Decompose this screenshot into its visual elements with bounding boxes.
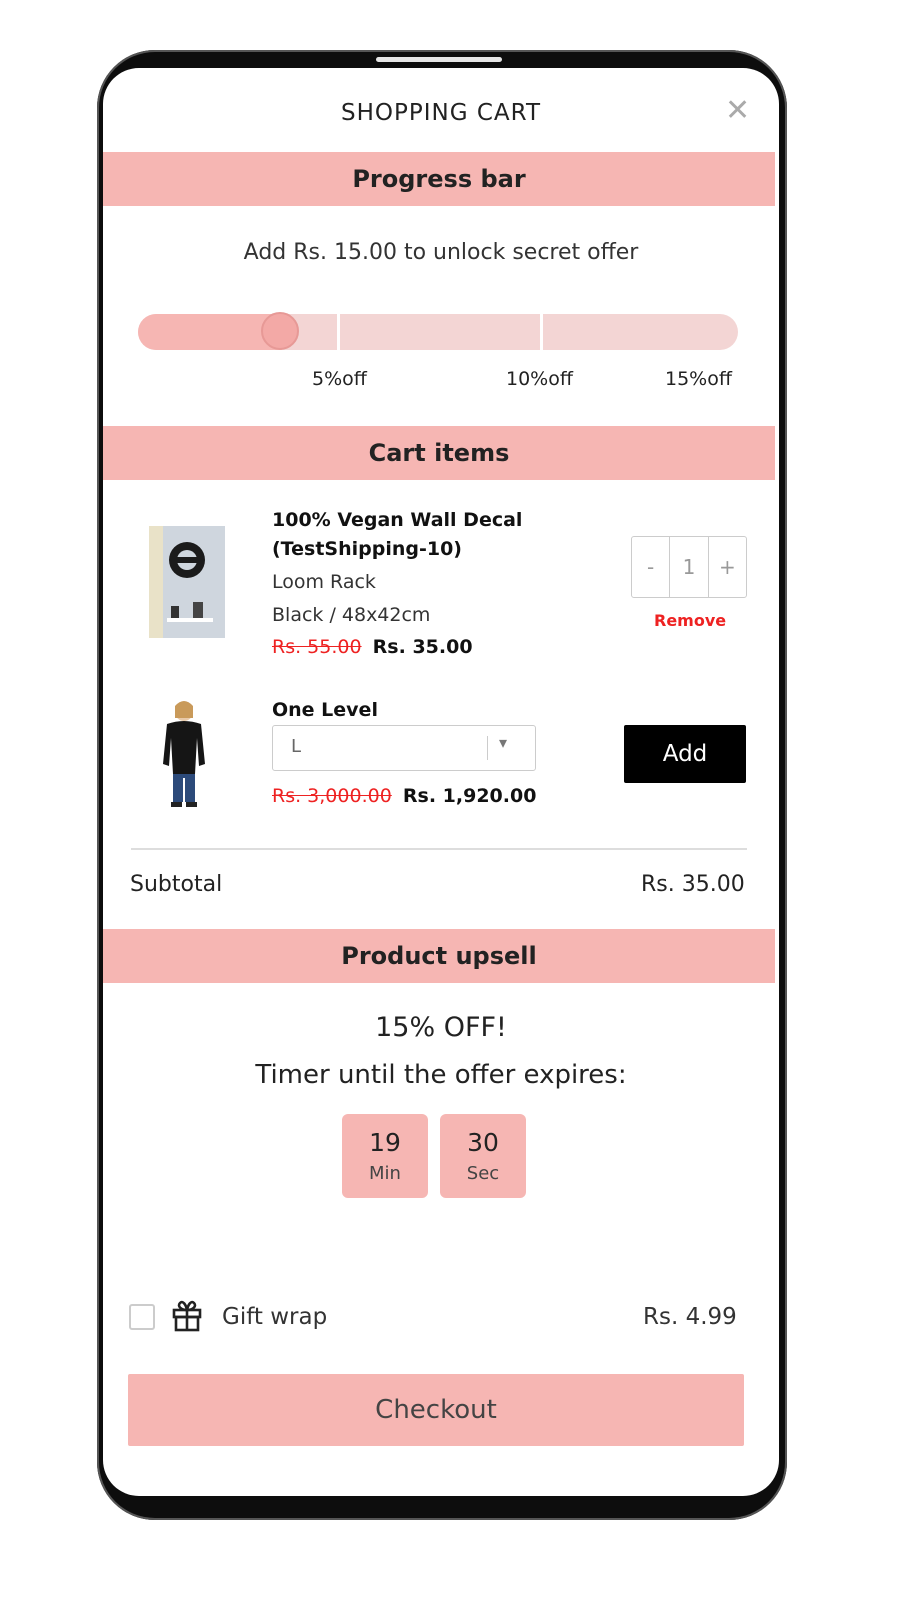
- remove-link[interactable]: Remove: [654, 611, 726, 630]
- item-name-line: 100% Vegan Wall Decal: [272, 509, 523, 531]
- section-header-upsell: Product upsell: [103, 929, 775, 983]
- timer-label: Timer until the offer expires:: [255, 1060, 627, 1090]
- recommendation-name[interactable]: One Level: [272, 696, 378, 725]
- section-header-progress: Progress bar: [103, 152, 775, 206]
- milestone-divider: [337, 314, 340, 350]
- milestone-15: 15%off: [665, 368, 732, 390]
- timer-minutes-unit: Min: [369, 1163, 401, 1184]
- timer-minutes: 19 Min: [342, 1114, 428, 1198]
- item-price-row: Rs. 55.00 Rs. 35.00: [272, 636, 473, 658]
- qty-plus-button[interactable]: +: [709, 537, 746, 597]
- recommendation-thumbnail[interactable]: [155, 698, 213, 810]
- timer-seconds-value: 30: [467, 1128, 499, 1157]
- item-name[interactable]: 100% Vegan Wall Decal (TestShipping-10): [272, 506, 522, 564]
- gift-icon: [171, 1298, 203, 1332]
- cart-title: SHOPPING CART: [340, 100, 541, 126]
- milestone-10: 10%off: [506, 368, 573, 390]
- item-variant: Black / 48x42cm: [272, 604, 431, 626]
- timer-minutes-value: 19: [369, 1128, 401, 1157]
- item-name-line: (TestShipping-10): [272, 538, 462, 560]
- qty-minus-button[interactable]: -: [632, 537, 669, 597]
- recommendation-price-row: Rs. 3,000.00 Rs. 1,920.00: [272, 785, 536, 807]
- chevron-down-icon: ▾: [499, 733, 508, 752]
- variant-select[interactable]: L ▾: [272, 725, 536, 771]
- offer-headline: 15% OFF!: [375, 1012, 507, 1043]
- item-price: Rs. 35.00: [372, 636, 473, 658]
- milestone-divider: [540, 314, 543, 350]
- recommendation-compare-price: Rs. 3,000.00: [272, 785, 392, 807]
- recommendation-price: Rs. 1,920.00: [402, 785, 537, 807]
- timer-seconds-unit: Sec: [466, 1163, 500, 1184]
- cart-drawer: SHOPPING CART ✕ Progress bar Add Rs. 15.…: [103, 68, 779, 1496]
- add-button[interactable]: Add: [624, 725, 746, 783]
- gift-wrap-checkbox[interactable]: [129, 1304, 155, 1330]
- close-icon[interactable]: ✕: [725, 96, 750, 126]
- select-separator: [487, 736, 488, 760]
- quantity-stepper: - 1 +: [631, 536, 747, 598]
- item-compare-price: Rs. 55.00: [272, 636, 362, 658]
- progress-knob: [261, 312, 299, 350]
- gift-wrap-label[interactable]: Gift wrap: [222, 1304, 327, 1330]
- milestone-5: 5%off: [312, 368, 367, 390]
- variant-select-value: L: [291, 736, 302, 757]
- timer-seconds: 30 Sec: [440, 1114, 526, 1198]
- section-header-cart-items: Cart items: [103, 426, 775, 480]
- progress-message: Add Rs. 15.00 to unlock secret offer: [243, 240, 639, 265]
- qty-input[interactable]: 1: [669, 537, 709, 597]
- checkout-button[interactable]: Checkout: [128, 1374, 744, 1446]
- subtotal-label: Subtotal: [130, 872, 223, 897]
- product-thumbnail[interactable]: [149, 526, 225, 638]
- gift-wrap-price: Rs. 4.99: [643, 1304, 737, 1330]
- phone-speaker: [376, 57, 502, 62]
- divider: [131, 848, 747, 850]
- progress-track: [138, 314, 738, 350]
- subtotal-value: Rs. 35.00: [641, 872, 745, 897]
- item-vendor: Loom Rack: [272, 571, 376, 593]
